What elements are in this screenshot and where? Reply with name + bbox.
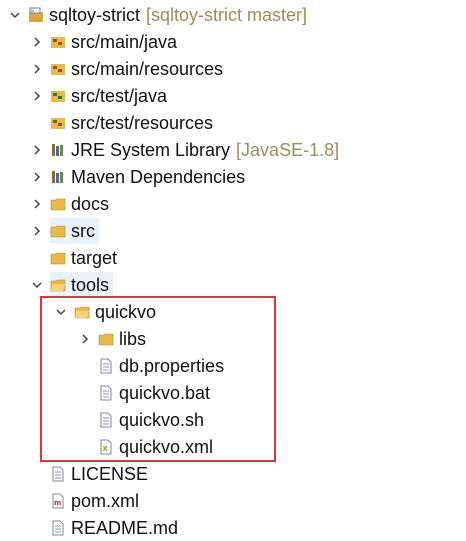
source-folder-icon	[50, 61, 66, 77]
chevron-right-icon[interactable]	[30, 35, 44, 49]
tree-label: src/test/java	[71, 86, 168, 106]
text-file-icon	[50, 520, 66, 536]
tree-row-tools[interactable]: tools	[30, 272, 114, 298]
tree-label: target	[71, 248, 118, 268]
chevron-right-icon[interactable]	[30, 197, 44, 211]
tree-label: src/test/resources	[71, 113, 214, 133]
folder-open-icon	[50, 277, 66, 293]
chevron-down-icon[interactable]	[8, 8, 22, 22]
tree-row-jre-library[interactable]: JRE System Library [JavaSE-1.8]	[30, 137, 339, 163]
tree-row-project[interactable]: M sqltoy-strict [sqltoy-strict master]	[8, 2, 307, 28]
source-folder-icon	[50, 115, 66, 131]
library-icon	[50, 169, 66, 185]
tree-row-src-main-java[interactable]: src/main/java	[30, 29, 177, 55]
folder-icon	[50, 196, 66, 212]
chevron-right-icon[interactable]	[30, 224, 44, 238]
tree-label: src/main/java	[71, 32, 178, 52]
tree-decoration: [JavaSE-1.8]	[236, 140, 340, 160]
tree-label: Maven Dependencies	[71, 167, 246, 187]
tree-row-license[interactable]: LICENSE	[50, 461, 148, 487]
tree-label: tools	[71, 275, 110, 295]
tree-label: JRE System Library	[71, 140, 231, 160]
tree-label: src	[71, 221, 95, 241]
source-folder-icon	[50, 34, 66, 50]
folder-icon	[50, 223, 66, 239]
tree-row-pom-xml[interactable]: m pom.xml	[50, 488, 139, 514]
library-icon	[50, 142, 66, 158]
tree-row-readme[interactable]: README.md	[50, 515, 178, 541]
tree-row-src[interactable]: src	[30, 218, 99, 244]
text-file-icon	[50, 466, 66, 482]
tree-label: LICENSE	[71, 464, 149, 484]
chevron-right-icon[interactable]	[30, 62, 44, 76]
selection-highlight: src	[50, 218, 99, 244]
selection-highlight: tools	[50, 272, 114, 298]
tree-label: docs	[71, 194, 110, 214]
folder-icon	[50, 250, 66, 266]
chevron-right-icon[interactable]	[30, 143, 44, 157]
tree-row-docs[interactable]: docs	[30, 191, 109, 217]
chevron-right-icon[interactable]	[30, 89, 44, 103]
svg-text:M: M	[31, 8, 34, 13]
tree-row-src-test-resources[interactable]: src/test/resources	[50, 110, 213, 136]
svg-text:m: m	[54, 499, 61, 507]
tree-label: README.md	[71, 518, 179, 538]
tree-row-src-main-resources[interactable]: src/main/resources	[30, 56, 223, 82]
tree-row-maven-dependencies[interactable]: Maven Dependencies	[30, 164, 245, 190]
project-decoration: [sqltoy-strict master]	[146, 5, 308, 25]
tree-row-target[interactable]: target	[50, 245, 117, 271]
highlight-box	[40, 296, 276, 462]
chevron-down-icon[interactable]	[30, 278, 44, 292]
test-source-folder-icon	[50, 88, 66, 104]
project-name: sqltoy-strict	[49, 5, 141, 25]
tree-row-src-test-java[interactable]: src/test/java	[30, 83, 167, 109]
maven-pom-icon: m	[50, 493, 66, 509]
maven-project-icon: M	[28, 7, 44, 23]
tree-label: pom.xml	[71, 491, 140, 511]
chevron-right-icon[interactable]	[30, 170, 44, 184]
tree-label: src/main/resources	[71, 59, 224, 79]
